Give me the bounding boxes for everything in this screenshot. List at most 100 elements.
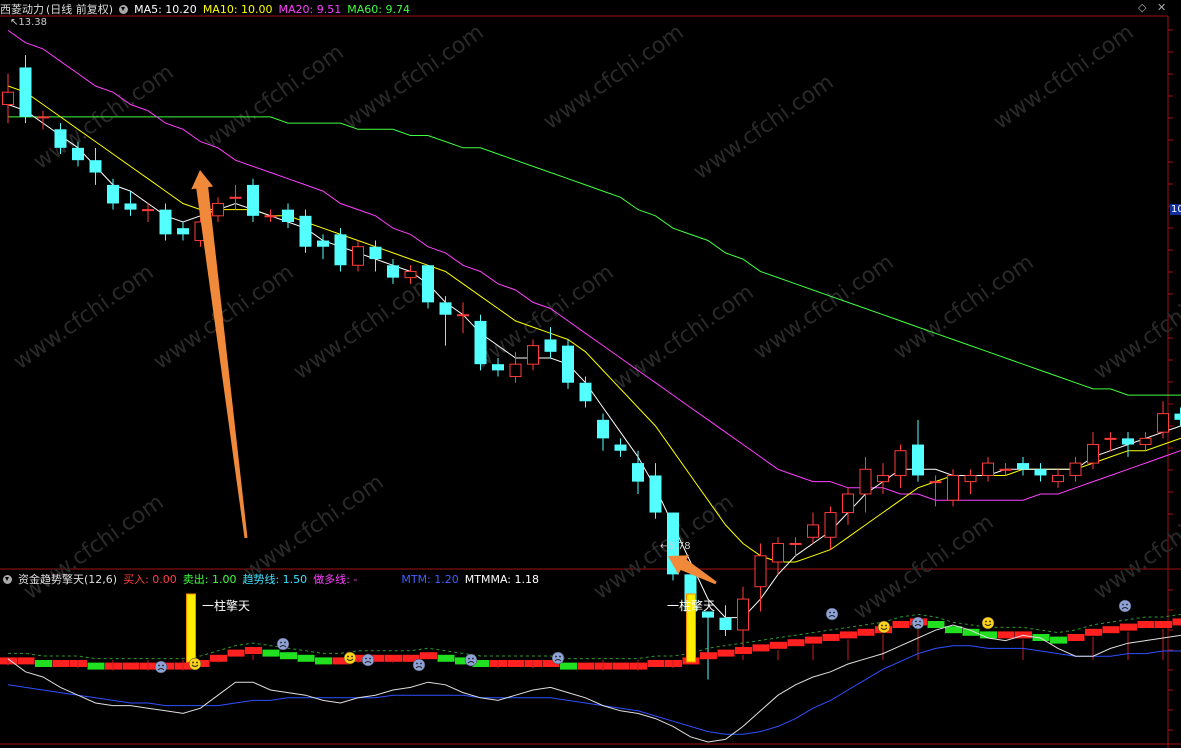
face-eye <box>1126 603 1128 606</box>
face-circle <box>1118 599 1132 613</box>
indicator-dropdown-icon[interactable] <box>3 574 12 584</box>
face-eye <box>468 657 470 660</box>
candle-body <box>1122 438 1134 445</box>
watermark-text: www.cfchi.com <box>749 250 898 365</box>
candle <box>947 469 959 507</box>
candle-body <box>37 116 49 119</box>
candle-body <box>1139 437 1152 446</box>
trend-block <box>315 657 332 665</box>
ma5-label: MA5: 10.20 <box>134 2 197 16</box>
candle-body <box>457 314 469 317</box>
trend-block <box>962 628 980 636</box>
watermark-text: www.cfchi.com <box>289 270 438 385</box>
candle-body <box>282 209 294 222</box>
candle <box>124 191 137 216</box>
trend-block <box>52 660 70 667</box>
low-marker: ←5.78 <box>660 541 691 552</box>
candle-body <box>299 215 312 247</box>
candle-body <box>1174 413 1181 420</box>
face-eye <box>555 655 557 658</box>
face-circle <box>981 616 995 630</box>
watermark-text: www.cfchi.com <box>989 20 1138 135</box>
candle-body <box>859 468 872 495</box>
mtmma-line <box>7 645 1181 735</box>
indicator-name[interactable]: 资金趋势擎天(12,6) <box>18 571 117 587</box>
trend-block <box>1137 621 1155 628</box>
candle <box>579 376 592 408</box>
watermark-text: www.cfchi.com <box>339 20 488 135</box>
trend-block <box>35 660 52 667</box>
signal-label-1: 一柱擎天 <box>202 599 251 613</box>
face-eye <box>162 664 164 667</box>
trend-block <box>787 639 805 647</box>
candle-body <box>352 246 364 266</box>
candle-body <box>509 363 522 378</box>
face-eye <box>280 641 282 644</box>
trend-block <box>245 647 262 654</box>
candle <box>1034 463 1047 482</box>
face-eye <box>351 655 353 658</box>
face-circle <box>551 651 565 665</box>
close-icon[interactable]: ✕ <box>1157 1 1166 14</box>
candle-body <box>789 542 802 545</box>
face-eye <box>196 661 198 664</box>
candle-body <box>387 265 399 278</box>
candle-body <box>947 474 959 501</box>
face-eye <box>416 662 418 665</box>
diamond-icon[interactable]: ◇ <box>1138 1 1146 14</box>
sad-face-icon <box>276 637 290 651</box>
trend-block <box>437 654 455 662</box>
candle-body <box>912 444 924 476</box>
candle-body <box>562 345 574 383</box>
watermark-text: www.cfchi.com <box>1089 270 1181 385</box>
candle <box>527 339 539 371</box>
face-eye <box>158 664 160 667</box>
sad-face-icon <box>361 653 375 667</box>
candle <box>1157 401 1169 439</box>
candle-body <box>177 228 189 235</box>
trend-block <box>805 636 822 644</box>
candle <box>212 197 224 222</box>
candle-body <box>1104 437 1117 440</box>
trend-block <box>122 662 140 670</box>
candle-body <box>982 462 994 476</box>
candle-body <box>54 129 67 148</box>
face-eye <box>989 620 991 623</box>
candle-body <box>649 475 662 513</box>
candle <box>1017 456 1029 476</box>
ma10-label: MA10: 10.00 <box>202 2 273 16</box>
candle-body <box>142 209 154 212</box>
trend-block <box>647 660 665 667</box>
candle-body <box>19 67 32 117</box>
sad-face-icon <box>412 658 426 672</box>
dropdown-icon[interactable] <box>119 4 129 14</box>
candle-body <box>422 265 434 303</box>
candle <box>422 265 434 309</box>
candle-body <box>544 339 557 352</box>
watermark-text: www.cfchi.com <box>609 280 758 395</box>
candle <box>999 463 1012 476</box>
face-eye <box>192 661 194 664</box>
candle <box>352 240 364 272</box>
candle-body <box>824 512 837 538</box>
candle <box>1052 469 1064 488</box>
trend-block <box>1155 621 1172 628</box>
candle-body <box>264 215 277 218</box>
candle-body <box>439 302 452 315</box>
sad-face-icon <box>464 653 478 667</box>
candle-body <box>964 474 977 483</box>
candle-body <box>334 234 347 266</box>
face-eye <box>919 620 921 623</box>
face-eye <box>881 624 883 627</box>
trend-block <box>280 652 297 660</box>
candle-body <box>1052 474 1064 483</box>
trend-block <box>717 649 735 657</box>
face-eye <box>833 611 835 614</box>
trend-block <box>892 621 910 628</box>
indicator-header: 资金趋势擎天(12,6) 买入: 0.00 卖出: 1.00 趋势线: 1.50… <box>0 571 539 587</box>
trend-block <box>560 662 577 670</box>
stock-name[interactable]: 西菱动力 <box>0 1 44 17</box>
happy-face-icon <box>981 616 995 630</box>
face-eye <box>347 655 349 658</box>
face-circle <box>464 653 478 667</box>
